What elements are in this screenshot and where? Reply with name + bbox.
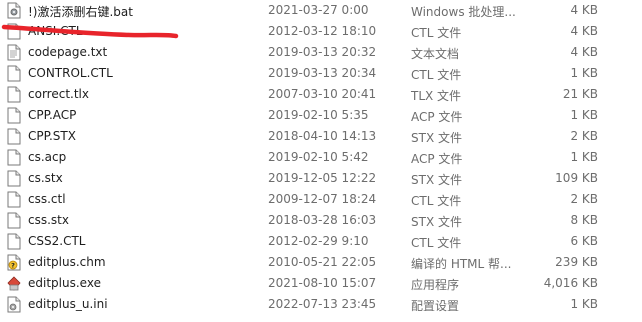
file-name: css.stx	[28, 213, 69, 227]
file-type: CTL 文件	[411, 236, 462, 250]
file-date: 2012-02-29 9:10	[268, 234, 369, 248]
file-date: 2007-03-10 20:41	[268, 87, 377, 101]
file-type: CTL 文件	[411, 68, 462, 82]
file-date: 2019-02-10 5:42	[268, 150, 369, 164]
file-date: 2022-07-13 23:45	[268, 297, 377, 311]
file-row[interactable]: cs.stx 2019-12-05 12:22 STX 文件 109 KB	[0, 168, 642, 189]
file-type: CTL 文件	[411, 26, 462, 40]
file-name: CONTROL.CTL	[28, 66, 113, 80]
file-size: 4 KB	[570, 45, 598, 59]
file-type: Windows 批处理...	[411, 5, 516, 19]
help-doc-icon: ?	[7, 254, 21, 271]
file-name: CSS2.CTL	[28, 234, 86, 248]
blank-doc-icon	[7, 65, 21, 82]
file-type: ACP 文件	[411, 152, 463, 166]
app-icon	[7, 275, 21, 292]
file-size: 21 KB	[562, 87, 598, 101]
file-name: !)激活添删右键.bat	[28, 5, 133, 19]
blank-doc-icon	[7, 212, 21, 229]
file-type: 配置设置	[411, 299, 460, 313]
file-row[interactable]: !)激活添删右键.bat 2021-03-27 0:00 Windows 批处理…	[0, 0, 642, 21]
file-date: 2019-02-10 5:35	[268, 108, 369, 122]
file-date: 2012-03-12 18:10	[268, 24, 377, 38]
blank-doc-icon	[7, 23, 21, 40]
file-type: STX 文件	[411, 215, 462, 229]
file-name: CPP.ACP	[28, 108, 77, 122]
file-row[interactable]: CPP.ACP 2019-02-10 5:35 ACP 文件 1 KB	[0, 105, 642, 126]
file-row[interactable]: ? editplus.chm 2010-05-21 22:05 编译的 HTML…	[0, 252, 642, 273]
file-name: CPP.STX	[28, 129, 76, 143]
file-name: editplus.chm	[28, 255, 106, 269]
file-type: STX 文件	[411, 131, 462, 145]
file-size: 4 KB	[570, 3, 598, 17]
file-size: 1 KB	[570, 66, 598, 80]
svg-text:?: ?	[11, 262, 15, 270]
file-type: CTL 文件	[411, 194, 462, 208]
file-date: 2019-03-13 20:34	[268, 66, 377, 80]
file-name: editplus.exe	[28, 276, 101, 290]
settings-doc-icon	[7, 296, 21, 313]
blank-doc-icon	[7, 233, 21, 250]
blank-doc-icon	[7, 191, 21, 208]
file-date: 2019-12-05 12:22	[268, 171, 377, 185]
file-size: 1 KB	[570, 108, 598, 122]
file-name: cs.acp	[28, 150, 67, 164]
file-type: 文本文档	[411, 47, 460, 61]
file-size: 4,016 KB	[543, 276, 598, 290]
blank-doc-icon	[7, 107, 21, 124]
file-size: 239 KB	[555, 255, 598, 269]
file-row[interactable]: CPP.STX 2018-04-10 14:13 STX 文件 2 KB	[0, 126, 642, 147]
file-name: ANSI.CTL	[28, 24, 83, 38]
text-doc-icon	[7, 44, 21, 61]
file-date: 2021-03-27 0:00	[268, 3, 369, 17]
file-name: codepage.txt	[28, 45, 108, 59]
file-size: 2 KB	[570, 192, 598, 206]
file-row[interactable]: cs.acp 2019-02-10 5:42 ACP 文件 1 KB	[0, 147, 642, 168]
file-row[interactable]: editplus_u.ini 2022-07-13 23:45 配置设置 1 K…	[0, 294, 642, 315]
file-type: TLX 文件	[411, 89, 462, 103]
file-name: css.ctl	[28, 192, 66, 206]
file-type: 编译的 HTML 帮...	[411, 257, 512, 271]
file-size: 8 KB	[570, 213, 598, 227]
file-row[interactable]: codepage.txt 2019-03-13 20:32 文本文档 4 KB	[0, 42, 642, 63]
file-date: 2019-03-13 20:32	[268, 45, 377, 59]
blank-doc-icon	[7, 149, 21, 166]
file-row[interactable]: css.ctl 2009-12-07 18:24 CTL 文件 2 KB	[0, 189, 642, 210]
file-list: !)激活添删右键.bat 2021-03-27 0:00 Windows 批处理…	[0, 0, 642, 315]
file-size: 6 KB	[570, 234, 598, 248]
file-type: ACP 文件	[411, 110, 463, 124]
file-name: cs.stx	[28, 171, 63, 185]
file-date: 2009-12-07 18:24	[268, 192, 377, 206]
file-date: 2021-08-10 15:07	[268, 276, 377, 290]
file-size: 4 KB	[570, 24, 598, 38]
blank-doc-icon	[7, 86, 21, 103]
file-name: correct.tlx	[28, 87, 89, 101]
file-size: 2 KB	[570, 129, 598, 143]
file-row[interactable]: CSS2.CTL 2012-02-29 9:10 CTL 文件 6 KB	[0, 231, 642, 252]
file-type: 应用程序	[411, 278, 460, 292]
file-type: STX 文件	[411, 173, 462, 187]
file-size: 1 KB	[570, 297, 598, 311]
blank-doc-icon	[7, 170, 21, 187]
file-name: editplus_u.ini	[28, 297, 108, 311]
blank-doc-icon	[7, 128, 21, 145]
file-date: 2018-04-10 14:13	[268, 129, 377, 143]
file-size: 109 KB	[555, 171, 598, 185]
file-date: 2018-03-28 16:03	[268, 213, 377, 227]
file-row[interactable]: correct.tlx 2007-03-10 20:41 TLX 文件 21 K…	[0, 84, 642, 105]
file-size: 1 KB	[570, 150, 598, 164]
file-row[interactable]: css.stx 2018-03-28 16:03 STX 文件 8 KB	[0, 210, 642, 231]
file-date: 2010-05-21 22:05	[268, 255, 377, 269]
gear-doc-icon	[7, 2, 21, 19]
file-row[interactable]: ANSI.CTL 2012-03-12 18:10 CTL 文件 4 KB	[0, 21, 642, 42]
file-row[interactable]: editplus.exe 2021-08-10 15:07 应用程序 4,016…	[0, 273, 642, 294]
file-row[interactable]: CONTROL.CTL 2019-03-13 20:34 CTL 文件 1 KB	[0, 63, 642, 84]
